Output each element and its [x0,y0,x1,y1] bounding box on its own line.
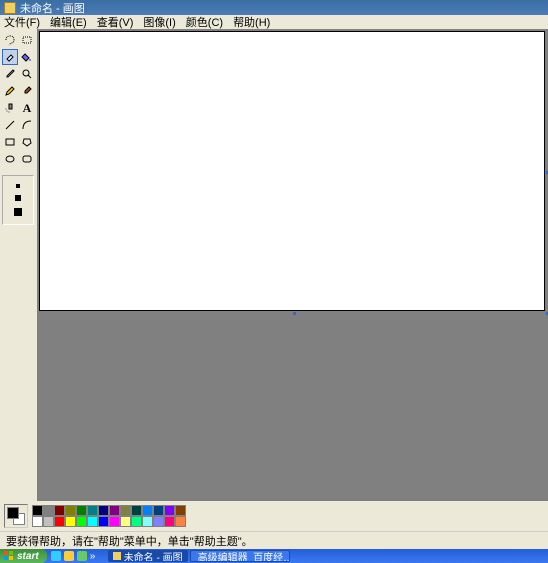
start-button[interactable]: start [0,549,47,563]
menu-image[interactable]: 图像(I) [143,14,175,30]
color-swatch[interactable] [164,505,175,516]
color-swatch[interactable] [54,516,65,527]
color-swatch[interactable] [153,516,164,527]
quick-launch-item[interactable] [51,551,61,561]
quick-launch-item[interactable] [77,551,87,561]
polygon-tool[interactable] [19,134,35,150]
color-swatch[interactable] [142,505,153,516]
start-label: start [17,551,39,562]
color-swatch[interactable] [65,505,76,516]
color-box [0,501,548,531]
color-swatch[interactable] [98,505,109,516]
color-swatch[interactable] [98,516,109,527]
resize-handle[interactable] [293,312,296,315]
color-swatch[interactable] [43,516,54,527]
quick-launch: » [47,549,104,563]
color-swatch[interactable] [65,516,76,527]
color-swatch[interactable] [131,516,142,527]
color-swatch[interactable] [76,516,87,527]
color-swatch[interactable] [32,505,43,516]
color-swatch[interactable] [120,505,131,516]
main-area: A [0,29,548,501]
color-swatch[interactable] [43,505,54,516]
rectangle-tool[interactable] [2,134,18,150]
rounded-rect-tool[interactable] [19,151,35,167]
status-bar: 要获得帮助，请在"帮助"菜单中，单击"帮助主题"。 [0,531,548,549]
task-button-paint[interactable]: 未命名 - 画图 [108,550,188,562]
quick-launch-chevron-icon[interactable]: » [90,551,100,561]
menu-colors[interactable]: 颜色(C) [186,14,223,30]
color-swatch[interactable] [164,516,175,527]
ellipse-tool[interactable] [2,151,18,167]
current-colors[interactable] [4,504,28,528]
size-medium[interactable] [15,195,21,201]
menu-help[interactable]: 帮助(H) [233,14,270,30]
color-swatch[interactable] [120,516,131,527]
curve-tool[interactable] [19,117,35,133]
toolbox: A [0,29,37,501]
canvas[interactable] [39,31,545,311]
foreground-color[interactable] [7,507,19,519]
color-swatch[interactable] [76,505,87,516]
text-tool[interactable]: A [19,100,35,116]
tool-options[interactable] [2,175,34,225]
task-icon [113,552,121,560]
menu-view[interactable]: 查看(V) [97,14,134,30]
color-swatch[interactable] [153,505,164,516]
color-swatch[interactable] [109,516,120,527]
status-text: 要获得帮助，请在"帮助"菜单中，单击"帮助主题"。 [6,533,253,549]
magnifier-tool[interactable] [19,66,35,82]
color-swatch[interactable] [87,505,98,516]
brush-tool[interactable] [19,83,35,99]
color-palette [32,505,186,527]
windows-logo-icon [4,551,14,561]
quick-launch-item[interactable] [64,551,74,561]
color-swatch[interactable] [32,516,43,527]
pencil-tool[interactable] [2,83,18,99]
menu-edit[interactable]: 编辑(E) [50,14,87,30]
airbrush-tool[interactable] [2,100,18,116]
line-tool[interactable] [2,117,18,133]
rect-select-tool[interactable] [19,32,35,48]
size-large[interactable] [14,208,22,216]
menu-file[interactable]: 文件(F) [4,14,40,30]
title-bar[interactable]: 未命名 - 画图 [0,0,548,15]
freeform-select-tool[interactable] [2,32,18,48]
canvas-area[interactable] [37,29,548,501]
task-button-browser[interactable]: 高级编辑器_百度经… [190,550,290,562]
app-icon [4,2,16,14]
color-swatch[interactable] [142,516,153,527]
color-swatch[interactable] [109,505,120,516]
color-swatch[interactable] [54,505,65,516]
task-label: 高级编辑器_百度经… [198,550,290,562]
task-buttons: 未命名 - 画图 高级编辑器_百度经… [108,549,290,563]
size-small[interactable] [16,184,20,188]
color-swatch[interactable] [131,505,142,516]
menu-bar: 文件(F) 编辑(E) 查看(V) 图像(I) 颜色(C) 帮助(H) [0,15,548,29]
task-label: 未命名 - 画图 [124,550,183,562]
color-swatch[interactable] [175,505,186,516]
eraser-tool[interactable] [2,49,18,65]
fill-tool[interactable] [19,49,35,65]
color-swatch[interactable] [175,516,186,527]
color-picker-tool[interactable] [2,66,18,82]
color-swatch[interactable] [87,516,98,527]
taskbar[interactable]: start » 未命名 - 画图 高级编辑器_百度经… [0,549,548,563]
